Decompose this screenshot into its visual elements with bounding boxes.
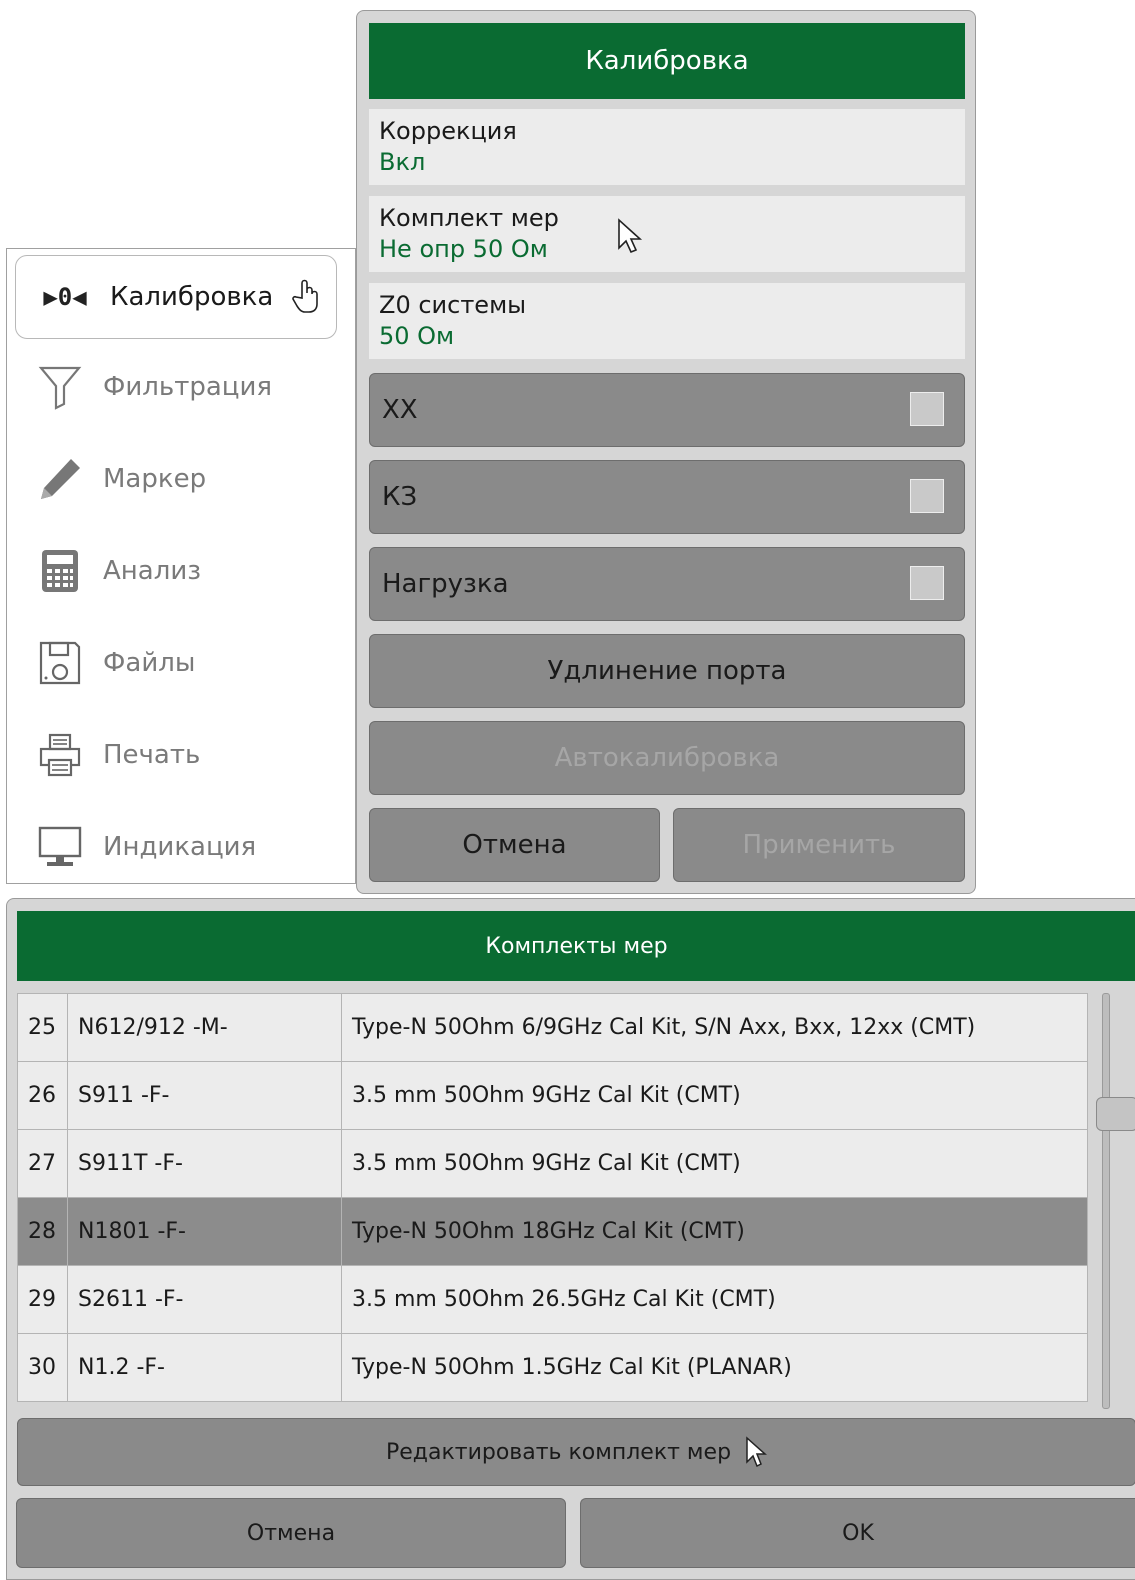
kit-name: N1801 -F- (67, 1197, 342, 1266)
hand-pointer-cursor-icon (292, 279, 318, 313)
floppy-disk-icon (35, 638, 85, 688)
open-standard-label: XX (382, 395, 418, 425)
side-item-label: Калибровка (110, 282, 274, 312)
correction-value: Вкл (379, 148, 426, 176)
kit-name: N612/912 -M- (67, 993, 342, 1062)
edit-cal-kit-label: Редактировать комплект мер (385, 1439, 732, 1465)
open-status-checkbox (910, 392, 944, 426)
row-number: 30 (17, 1333, 68, 1402)
cal-kit-value: Не опр 50 Ом (379, 235, 548, 263)
kit-name: S2611 -F- (67, 1265, 342, 1334)
open-standard-button[interactable]: XX (369, 373, 965, 447)
ok-button[interactable]: OK (580, 1498, 1135, 1568)
kit-name: N1.2 -F- (67, 1333, 342, 1402)
correction-param[interactable]: Коррекция Вкл (369, 109, 965, 185)
side-item-label: Печать (103, 740, 201, 770)
side-item-calibration[interactable]: ▶0◀ Калибровка (15, 255, 337, 339)
side-item-label: Маркер (103, 464, 207, 494)
pen-marker-icon (35, 454, 85, 504)
side-item-label: Индикация (103, 832, 257, 862)
side-item-filtering[interactable]: Фильтрация (15, 345, 337, 429)
row-number: 28 (17, 1197, 68, 1266)
kit-description: Type-N 50Ohm 6/9GHz Cal Kit, S/N Axx, Bx… (341, 993, 1088, 1062)
scrollbar-thumb[interactable] (1096, 1097, 1135, 1131)
printer-icon (35, 730, 85, 780)
apply-button[interactable]: Применить (673, 808, 965, 882)
load-status-checkbox (910, 566, 944, 600)
kit-description: 3.5 mm 50Ohm 9GHz Cal Kit (CMT) (341, 1061, 1088, 1130)
port-extension-button[interactable]: Удлинение порта (369, 634, 965, 708)
short-status-checkbox (910, 479, 944, 513)
kit-name: S911T -F- (67, 1129, 342, 1198)
row-number: 25 (17, 993, 68, 1062)
table-scrollbar[interactable] (1096, 993, 1135, 1409)
arrow-cursor-icon (746, 1436, 768, 1468)
short-standard-label: КЗ (382, 482, 418, 512)
table-row[interactable]: 30 N1.2 -F- Type-N 50Ohm 1.5GHz Cal Kit … (17, 1333, 1088, 1402)
scrollbar-track[interactable] (1102, 993, 1110, 1409)
filter-icon (35, 362, 85, 412)
dialog-title: Калибровка (369, 23, 965, 99)
table-row[interactable]: 29 S2611 -F- 3.5 mm 50Ohm 26.5GHz Cal Ki… (17, 1265, 1088, 1334)
row-number: 27 (17, 1129, 68, 1198)
monitor-icon (35, 822, 85, 872)
side-item-files[interactable]: Файлы (15, 621, 337, 705)
z0-label: Z0 системы (379, 291, 527, 319)
cal-kit-param[interactable]: Комплект мер Не опр 50 Ом (369, 196, 965, 272)
load-standard-label: Нагрузка (382, 569, 509, 599)
autocalibration-button[interactable]: Автокалибровка (369, 721, 965, 795)
kit-description: Type-N 50Ohm 1.5GHz Cal Kit (PLANAR) (341, 1333, 1088, 1402)
side-item-analysis[interactable]: Анализ (15, 529, 337, 613)
side-menu: ▶0◀ Калибровка Фильтрация Маркер Анализ … (6, 248, 356, 884)
cal-kit-label: Комплект мер (379, 204, 559, 232)
edit-cal-kit-button[interactable]: Редактировать комплект мер (17, 1418, 1135, 1486)
correction-label: Коррекция (379, 117, 517, 145)
calibration-icon: ▶0◀ (43, 283, 87, 311)
short-standard-button[interactable]: КЗ (369, 460, 965, 534)
kit-name: S911 -F- (67, 1061, 342, 1130)
side-item-label: Фильтрация (103, 372, 273, 402)
side-item-marker[interactable]: Маркер (15, 437, 337, 521)
dialog-title: Комплекты мер (17, 911, 1135, 981)
table-row-selected[interactable]: 28 N1801 -F- Type-N 50Ohm 18GHz Cal Kit … (17, 1197, 1088, 1266)
table-row[interactable]: 27 S911T -F- 3.5 mm 50Ohm 9GHz Cal Kit (… (17, 1129, 1088, 1198)
z0-value: 50 Ом (379, 322, 455, 350)
side-item-label: Анализ (103, 556, 202, 586)
side-item-display[interactable]: Индикация (15, 805, 337, 889)
kit-description: Type-N 50Ohm 18GHz Cal Kit (CMT) (341, 1197, 1088, 1266)
load-standard-button[interactable]: Нагрузка (369, 547, 965, 621)
cal-kit-dialog: Комплекты мер 25 N612/912 -M- Type-N 50O… (6, 898, 1135, 1580)
calculator-icon (35, 546, 85, 596)
cal-kit-table: 25 N612/912 -M- Type-N 50Ohm 6/9GHz Cal … (17, 993, 1088, 1402)
row-number: 29 (17, 1265, 68, 1334)
side-item-print[interactable]: Печать (15, 713, 337, 797)
side-item-label: Файлы (103, 648, 196, 678)
cancel-button[interactable]: Отмена (369, 808, 660, 882)
calibration-dialog: Калибровка Коррекция Вкл Комплект мер Не… (356, 10, 976, 894)
row-number: 26 (17, 1061, 68, 1130)
kit-description: 3.5 mm 50Ohm 26.5GHz Cal Kit (CMT) (341, 1265, 1088, 1334)
cal-kit-cancel-button[interactable]: Отмена (16, 1498, 566, 1568)
arrow-cursor-icon (618, 218, 643, 254)
table-row[interactable]: 25 N612/912 -M- Type-N 50Ohm 6/9GHz Cal … (17, 993, 1088, 1062)
table-row[interactable]: 26 S911 -F- 3.5 mm 50Ohm 9GHz Cal Kit (C… (17, 1061, 1088, 1130)
kit-description: 3.5 mm 50Ohm 9GHz Cal Kit (CMT) (341, 1129, 1088, 1198)
z0-param[interactable]: Z0 системы 50 Ом (369, 283, 965, 359)
